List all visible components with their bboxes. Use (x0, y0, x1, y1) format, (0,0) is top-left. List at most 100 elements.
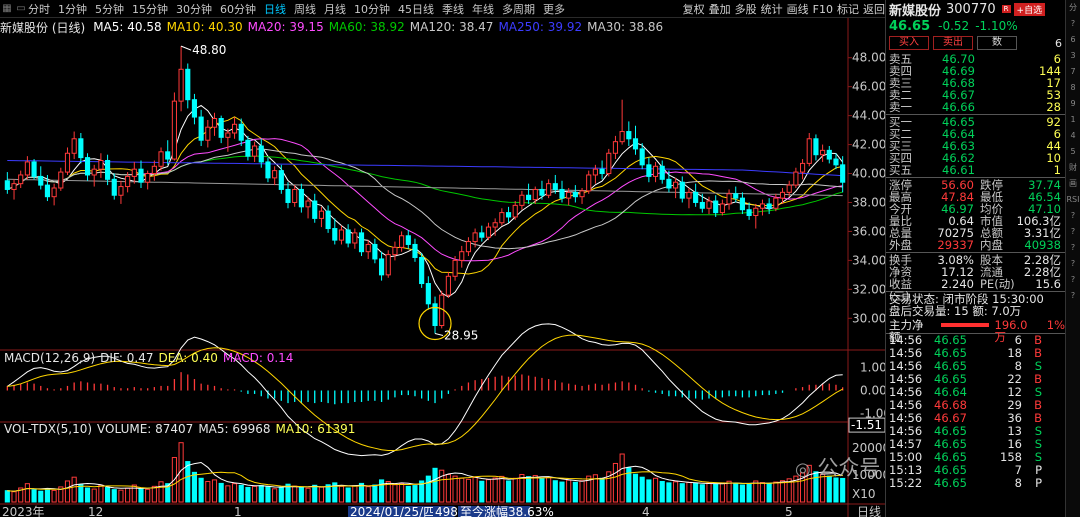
ma20-line (7, 138, 843, 262)
candle-body (652, 165, 659, 177)
candle-body (412, 243, 418, 258)
sidebar-tool[interactable]: 画 (1066, 176, 1080, 192)
sidebar-tool[interactable]: ? (1066, 16, 1080, 32)
volume-bar (479, 480, 485, 503)
sidebar-tool[interactable]: ? (1066, 240, 1080, 256)
candle-body (151, 165, 157, 175)
period-tab[interactable]: 日线 (264, 1, 286, 17)
period-tab[interactable]: 1分钟 (58, 1, 87, 17)
candle-body (773, 197, 779, 209)
ask-row[interactable]: 卖二 46.67 53 (886, 89, 1065, 101)
sidebar-tool[interactable]: 1 (1066, 112, 1080, 128)
volume-bar (492, 477, 498, 503)
sidebar-tool[interactable]: ? (1066, 288, 1080, 304)
sidebar-tool[interactable]: 分 (1066, 0, 1080, 16)
candle-body (191, 99, 198, 118)
period-tab[interactable]: 年线 (472, 1, 494, 17)
tick-list[interactable]: 14:56 46.65 6 B 14:56 46.65 18 B 14:56 46.65 8 S 14:… (886, 334, 1065, 490)
period-tab[interactable]: 5分钟 (95, 1, 124, 17)
period-tab[interactable]: 多周期 (502, 1, 535, 17)
period-tab[interactable]: 15分钟 (132, 1, 168, 17)
toolbar-action[interactable]: 叠加 (709, 1, 731, 17)
volume-bar (659, 481, 665, 503)
volume-bar (773, 481, 779, 503)
volume-bar (4, 490, 10, 503)
sidebar-tool[interactable]: 6 (1066, 32, 1080, 48)
toolbar-action[interactable]: 多股 (735, 1, 757, 17)
self-select-button[interactable]: +自选 (1013, 2, 1046, 16)
bid-row[interactable]: 买五 46.61 1 (886, 164, 1065, 176)
macd-label: MACD(12,26,9) (4, 351, 96, 365)
sidebar-tool[interactable]: ? (1066, 256, 1080, 272)
sidebar-tool[interactable]: ? (1066, 224, 1080, 240)
chart-area[interactable]: 48.00 46.00 44.00 42.00 40.00 38.00 36.00 34.00… (0, 18, 885, 517)
volume-bar (526, 476, 532, 503)
toolbar-action[interactable]: F10 (813, 3, 833, 16)
ma-value: MA60: 38.92 (328, 20, 405, 34)
sidebar-tool[interactable]: 4 (1066, 128, 1080, 144)
sidebar-tool[interactable]: ? (1066, 208, 1080, 224)
toolbar-action[interactable]: 画线 (787, 1, 809, 17)
volume-bar (24, 483, 30, 503)
period-tab[interactable]: 30分钟 (176, 1, 212, 17)
candle-body (619, 131, 625, 143)
sell-button[interactable]: 卖出 (933, 36, 973, 50)
sidebar-tool[interactable]: 8 (1066, 80, 1080, 96)
low-marker: 28.95 (444, 328, 478, 342)
period-tab[interactable]: 45日线 (398, 1, 434, 17)
ask-row[interactable]: 卖四 46.69 144 (886, 65, 1065, 77)
toolbar-action[interactable]: 复权 (683, 1, 705, 17)
toolbar-action[interactable]: 返回 (863, 1, 885, 17)
volume-bar (559, 481, 565, 503)
ask-row[interactable]: 卖一 46.66 28 (886, 101, 1065, 113)
sidebar-tool[interactable]: 财 (1066, 160, 1080, 176)
bid-row[interactable]: 买三 46.63 44 (886, 140, 1065, 152)
sidebar-tool[interactable]: 7 (1066, 64, 1080, 80)
period-tab[interactable]: 分时 (28, 1, 50, 17)
period-tab[interactable]: 周线 (294, 1, 316, 17)
buy-button[interactable]: 买入 (889, 36, 929, 50)
volume-bar (666, 482, 672, 503)
badge-icon[interactable]: R (1001, 5, 1011, 13)
ask-row[interactable]: 卖三 46.68 17 (886, 77, 1065, 89)
sidebar-tool[interactable]: ? (1066, 272, 1080, 288)
period-tab[interactable]: 更多 (543, 1, 565, 17)
bid-row[interactable]: 买一 46.65 92 (886, 116, 1065, 128)
ask-price: 46.66 (942, 100, 975, 114)
candle-body (579, 190, 585, 198)
candle-body (18, 174, 24, 185)
candle-body (546, 183, 552, 196)
sidebar-tool[interactable]: 9 (1066, 96, 1080, 112)
volume-bar (292, 485, 298, 503)
sidebar-tool[interactable]: RSI (1066, 192, 1080, 208)
period-tab[interactable]: 月线 (324, 1, 346, 17)
macd-y-tick: 0.00 (860, 384, 885, 398)
volume-bar (138, 488, 144, 503)
minus-icon[interactable]: ▭ (14, 3, 28, 14)
candle-body (312, 200, 318, 219)
candle-body (465, 241, 472, 253)
volume-bar (258, 485, 264, 503)
period-tab[interactable]: 季线 (442, 1, 464, 17)
ma-legend: 新媒股份 (日线) MA5: 40.58 MA10: 40.30 MA20: 39.… (0, 20, 673, 35)
toolbar-action[interactable]: 统计 (761, 1, 783, 17)
kline-chart[interactable]: 48.0046.0044.0042.0040.0038.0036.0034.00… (0, 18, 885, 517)
quantity-button[interactable]: 数 (977, 36, 1017, 50)
macd-value: MACD: 0.14 (222, 351, 294, 365)
volume-bar (465, 478, 472, 503)
candle-body (673, 181, 679, 189)
sidebar-tool[interactable]: 5 (1066, 144, 1080, 160)
period-tab[interactable]: 60分钟 (220, 1, 256, 17)
bid-row[interactable]: 买四 46.62 10 (886, 152, 1065, 164)
candle-body (459, 251, 465, 261)
candle-body (706, 200, 712, 209)
sidebar-tool[interactable]: 3 (1066, 48, 1080, 64)
toolbar-action[interactable]: 标记 (837, 1, 859, 17)
candle-body (512, 204, 518, 218)
period-tab[interactable]: 10分钟 (354, 1, 390, 17)
volume-bar (231, 483, 238, 503)
menu-icon[interactable]: ▦ (0, 3, 14, 14)
candle-body (405, 235, 411, 245)
bid-row[interactable]: 买二 46.64 6 (886, 128, 1065, 140)
macd-dea: DEA: 0.40 (158, 351, 218, 365)
